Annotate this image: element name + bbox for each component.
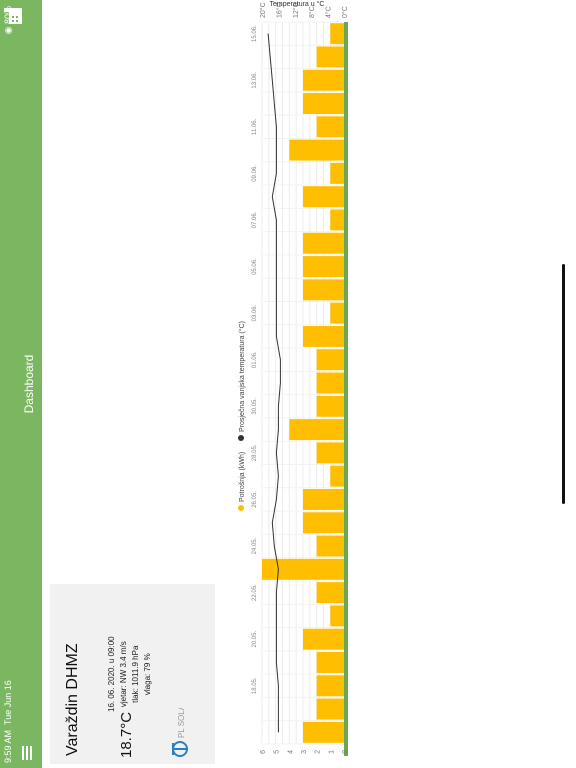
chart-bar [316,652,344,673]
status-bar: 9:59 AM Tue Jun 16 ◉ 80% [0,0,16,768]
chart-bar [330,23,345,45]
svg-text:PL SOLA: PL SOLA [177,708,186,738]
x-axis-tick-label: 15.06. [252,25,258,42]
weather-pressure: tlak: 1011.9 hPa [131,645,140,703]
legend-marker-temperature [238,435,244,441]
y-axis-tick-label: 0 [342,750,349,754]
y-axis-tick-label: 3 [301,750,308,754]
x-axis-tick-label: 03.06. [252,304,258,321]
y-axis-tick-label: 6 [260,750,267,754]
x-axis-tick-label: 05.06. [252,258,258,275]
legend-label-temperature: Prosječna vanjska temperatura (°C) [238,321,246,432]
y-axis-tick-label: 4 [287,750,294,754]
x-axis-tick-label: 13.06. [252,72,258,89]
chart-bar [303,721,344,743]
chart-bar [303,512,344,534]
weather-datetime: 16. 06. 2020. u 09:00 [107,636,116,712]
chart-bar [303,93,344,114]
x-axis-tick-label: 28.05. [252,444,258,461]
chart-bar [303,325,344,347]
nav-bar: Dashboard [4,0,42,768]
y2-axis-title: Temperatura u °C [270,0,325,8]
y-axis-tick-label: 5 [274,750,281,754]
x-axis-tick-label: 07.06. [252,211,258,228]
x-axis-tick-label: 11.06. [252,118,258,135]
app-screen: 9:59 AM Tue Jun 16 ◉ 80% Dashboard Varaž… [0,0,576,768]
chart-bar [330,605,345,627]
chart-bar [303,628,344,650]
y-axis-tick-label: 2 [315,750,322,754]
legend-label-consumption: Potrošnja (kWh) [239,452,246,502]
chart-bar [303,256,344,278]
home-indicator [562,264,565,504]
weather-station-name: Varaždin DHMZ [64,643,81,756]
chart-bar [303,69,344,91]
x-axis-tick-label: 18.05. [252,677,258,694]
x-axis-tick-label: 01.06. [252,351,258,368]
chart-bar [289,139,345,161]
y2-axis-tick-label: 4°C [325,6,333,18]
chart-bar [262,558,344,580]
chart-bar [303,488,344,510]
status-time: 9:59 AM Tue Jun 16 [3,680,13,763]
weather-details: 16. 06. 2020. u 09:00 vjetar: NW 3.4 m/s… [106,636,154,712]
chart-bar [330,465,345,487]
chart-bar [316,116,344,138]
chart-bar [316,46,344,68]
building-icon[interactable] [3,6,23,26]
legend-marker-consumption [238,505,244,511]
x-axis-tick-label: 24.05. [252,537,258,554]
chart-bar [316,442,344,464]
chart-bar [316,675,344,697]
chart-bar [330,302,345,324]
x-axis-tick-label: 22.05. [252,584,258,601]
chart-bar [316,372,344,394]
company-logo: PL SOLA [172,708,188,757]
chart-bar [330,162,345,184]
chart-bar [316,395,344,417]
y-axis-tick-label: 1 [328,750,335,754]
y2-axis-tick-label: 0°C [341,6,349,18]
y2-axis-tick-label: 20°C [259,2,267,18]
chart-bar [289,419,345,441]
chart-bar [316,535,344,557]
x-axis-tick-label: 20.05. [252,631,258,648]
x-axis-tick-label: 26.05. [252,491,258,508]
x-axis-tick-label: 30.05. [252,398,258,415]
chart-bar [303,232,344,254]
chart-bar [316,349,344,371]
chart-bar [316,582,344,604]
chart-bar [303,279,344,301]
x-axis-baseline [344,22,348,756]
y2-axis-tick-label: 8°C [308,6,316,18]
page-title: Dashboard [22,354,36,414]
consumption-chart: Potrošnja (kWh) Prosječna vanjska tempera… [238,0,349,756]
current-temperature: 18.7°C [118,711,135,758]
chart-bar [316,698,344,720]
weather-humidity: vlaga: 79 % [143,653,152,696]
weather-wind: vjetar: NW 3.4 m/s [119,641,128,708]
weather-card: Varaždin DHMZ 18.7°C 16. 06. 2020. u 09:… [50,584,215,764]
chart-bar [303,186,344,208]
chart-bar [330,209,345,231]
wifi-icon: ◉ [3,26,13,35]
x-axis-tick-label: 09.06. [252,165,258,182]
